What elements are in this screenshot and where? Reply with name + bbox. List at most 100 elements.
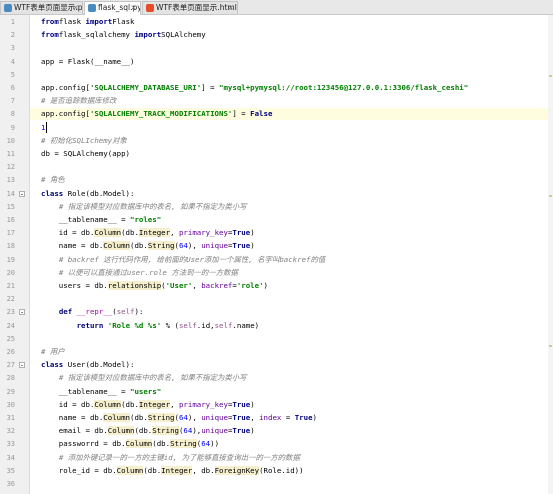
code-token: (db. bbox=[130, 241, 148, 251]
code-editor[interactable]: fromflask importFlask fromflask_sqlalchem… bbox=[30, 15, 553, 494]
code-token: 64 bbox=[183, 426, 193, 436]
code-token: backref bbox=[201, 281, 233, 290]
python-file-icon bbox=[88, 4, 96, 12]
code-line[interactable]: id = db.Column(db.Integer, primary_key=T… bbox=[41, 399, 255, 411]
code-token: , bbox=[170, 399, 179, 409]
close-icon[interactable]: × bbox=[227, 2, 234, 14]
code-token: "users" bbox=[130, 386, 162, 396]
code-token: ) bbox=[263, 281, 268, 290]
code-token: True bbox=[232, 399, 251, 409]
close-icon[interactable]: × bbox=[130, 2, 137, 14]
code-line[interactable]: __tablename__ = "roles" bbox=[41, 214, 161, 226]
code-token: 'User' bbox=[165, 281, 193, 290]
code-line[interactable]: # 用户 bbox=[41, 346, 65, 358]
code-line[interactable]: name = db.Column(db.String(64), unique=T… bbox=[41, 240, 255, 252]
code-token: ), bbox=[192, 426, 202, 436]
code-token: 64 bbox=[178, 241, 188, 251]
code-line[interactable]: passworrd = db.Column(db.String(64)) bbox=[41, 438, 219, 450]
code-token: self bbox=[178, 320, 197, 330]
line-number: 7 bbox=[10, 97, 15, 106]
code-line[interactable]: class Role(db.Model): bbox=[41, 188, 134, 200]
code-token: email = db. bbox=[41, 426, 108, 436]
code-line[interactable]: fromflask_sqlalchemy importSQLAlchemy bbox=[41, 29, 206, 41]
code-token: (db. bbox=[121, 228, 139, 238]
code-token: True bbox=[232, 241, 251, 251]
code-token: flask bbox=[58, 17, 86, 26]
tab-2[interactable]: flask_sql.py × bbox=[84, 1, 141, 15]
code-line[interactable]: class User(db.Model): bbox=[41, 359, 134, 371]
code-token: __tablename__ = bbox=[41, 215, 130, 224]
line-number: 6 bbox=[10, 84, 15, 92]
line-number: 20 bbox=[6, 268, 15, 277]
code-line[interactable]: # backref 这行代码作用, 给前面的User添加一个属性, 名字叫bac… bbox=[41, 254, 325, 266]
code-line[interactable]: role_id = db.Column(db.Integer, db.Forei… bbox=[41, 465, 304, 477]
code-token: , bbox=[192, 281, 202, 290]
line-number: 26 bbox=[6, 348, 15, 356]
code-token: passworrd = db. bbox=[41, 439, 126, 449]
line-number: 30 bbox=[6, 400, 15, 409]
code-line[interactable]: # 指定该模型对应数据库中的表名, 如果不指定为类小写 bbox=[41, 372, 247, 384]
fold-toggle-icon[interactable] bbox=[19, 362, 25, 369]
code-line[interactable]: # 是否追踪数据库修改 bbox=[41, 95, 116, 107]
code-line[interactable]: id = db.Column(db.Integer, primary_key=T… bbox=[41, 227, 255, 239]
code-token: # 用户 bbox=[41, 347, 65, 356]
tab-1[interactable]: WTF表单页面显示.py × bbox=[0, 1, 83, 14]
code-token: (Role.id)) bbox=[259, 465, 304, 475]
code-line[interactable]: # 角色 bbox=[41, 174, 65, 186]
code-line[interactable]: app = Flask(__name__) bbox=[41, 56, 134, 68]
code-token: ), bbox=[187, 241, 202, 251]
code-token: (db. bbox=[130, 413, 148, 422]
code-token: self bbox=[116, 307, 135, 317]
code-token: Role(db.Model): bbox=[67, 188, 135, 198]
close-icon[interactable]: × bbox=[72, 2, 79, 14]
code-token: name = db. bbox=[41, 241, 104, 251]
code-line[interactable]: users = db.relationship('User', backref=… bbox=[41, 280, 268, 292]
code-line[interactable]: return 'Role %d %s' % (self.id,self.name… bbox=[41, 320, 260, 332]
code-line[interactable]: db = SQLAlchemy(app) bbox=[41, 148, 130, 160]
code-line[interactable]: 1 bbox=[41, 122, 45, 134]
code-token: return bbox=[76, 320, 108, 330]
code-line[interactable]: name = db.Column(db.String(64), unique=T… bbox=[41, 412, 317, 424]
code-token: # 角色 bbox=[41, 175, 65, 185]
fold-toggle-icon[interactable] bbox=[19, 309, 25, 316]
code-token: ) bbox=[312, 413, 317, 422]
code-token: app = Flask(__name__) bbox=[41, 56, 135, 66]
code-token: String bbox=[170, 439, 197, 449]
code-line[interactable]: def __repr__(self): bbox=[41, 306, 144, 318]
code-token: class bbox=[41, 360, 68, 370]
code-token: ) bbox=[250, 241, 255, 251]
line-number: 14 bbox=[6, 189, 15, 198]
line-number: 18 bbox=[6, 242, 15, 251]
tab-3[interactable]: WTF表单页面显示.html × bbox=[142, 1, 238, 14]
editor-scrollbar[interactable] bbox=[548, 15, 553, 494]
code-token: (db. bbox=[121, 399, 139, 409]
code-token: app.config[ bbox=[41, 109, 90, 119]
code-token: % ( bbox=[161, 320, 179, 330]
line-number: 10 bbox=[6, 136, 15, 145]
code-token: def bbox=[58, 307, 77, 317]
code-token: ] = bbox=[232, 109, 251, 119]
code-token: import bbox=[134, 30, 162, 40]
code-token: Integer bbox=[161, 465, 193, 475]
code-token: 64 bbox=[201, 439, 211, 449]
code-line[interactable]: # 以便可以直接通过user.role 方法到一的一方数据 bbox=[41, 267, 238, 279]
code-line[interactable]: app.config['SQLALCHEMY_TRACK_MODIFICATIO… bbox=[41, 108, 272, 120]
code-line[interactable]: # 指定该模型对应数据库中的表名, 如果不指定为类小写 bbox=[41, 201, 247, 213]
code-token: "roles" bbox=[130, 215, 162, 224]
code-token: (db. bbox=[143, 465, 162, 475]
code-line[interactable]: email = db.Column(db.String(64),unique=T… bbox=[41, 425, 255, 437]
line-number-gutter: 1 2 3 4 5 6 7 8 9 10 11 12 13 14 15 16 17 18 19 20 21 22 23 24 2… bbox=[0, 15, 30, 494]
code-line[interactable]: # 添加外键记录一的一方的主键id, 为了能够直接查询出一的一方的数据 bbox=[41, 452, 300, 464]
code-line[interactable]: # 初始化SQLIchemy对象 bbox=[41, 135, 127, 147]
code-line[interactable]: app.config['SQLALCHEMY_DATABASE_URI'] = … bbox=[41, 82, 468, 94]
code-token: from bbox=[41, 17, 59, 26]
tab-label: WTF表单页面显示.html bbox=[156, 3, 237, 12]
code-token: # 指定该模型对应数据库中的表名, 如果不指定为类小写 bbox=[58, 201, 247, 211]
code-token: , db. bbox=[192, 465, 215, 475]
fold-toggle-icon[interactable] bbox=[19, 190, 25, 197]
code-line[interactable]: __tablename__ = "users" bbox=[41, 386, 161, 398]
code-line[interactable]: fromflask importFlask bbox=[41, 16, 134, 28]
code-token: role_id = db. bbox=[41, 465, 117, 475]
